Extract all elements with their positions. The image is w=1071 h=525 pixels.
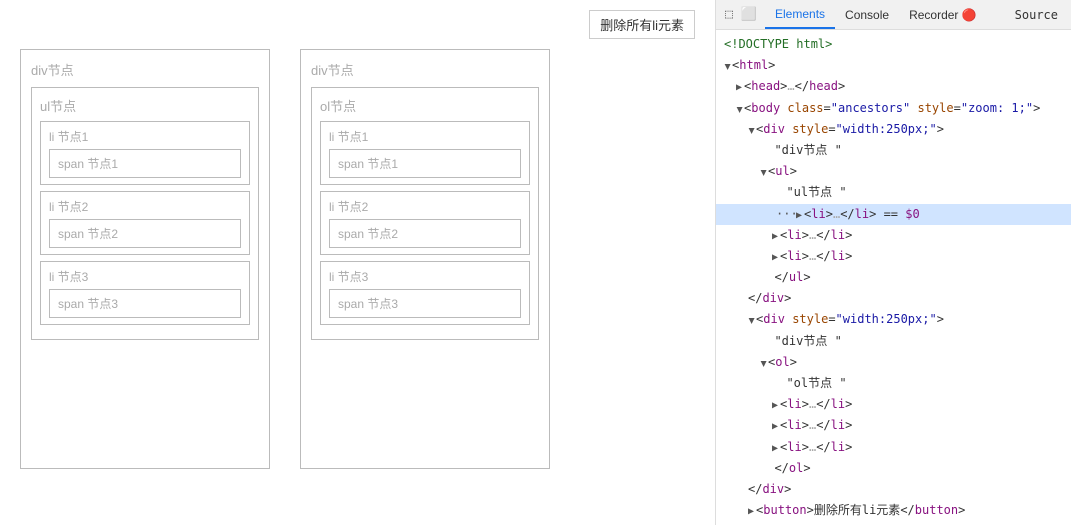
demo-li-2: li 节点2 span 节点2 — [40, 191, 250, 255]
demo-li-1: li 节点1 span 节点1 — [40, 121, 250, 185]
expand-icon: ▶ — [743, 318, 759, 324]
demo-span2: span 节点2 — [49, 219, 241, 248]
expand-icon: ▶ — [772, 398, 778, 414]
tree-li2[interactable]: ▶<li>…</li> — [716, 225, 1071, 246]
demo-li2-label: li 节点2 — [49, 198, 241, 215]
demo-li-3: li 节点3 span 节点3 — [40, 261, 250, 325]
demo-li3-label: li 节点3 — [49, 268, 241, 285]
device-icon[interactable]: ⬜ — [741, 7, 757, 23]
demo-ol-span1: span 节点1 — [329, 149, 521, 178]
dots-icon[interactable]: ··· — [772, 205, 792, 224]
demo-ol-span3: span 节点3 — [329, 289, 521, 318]
expand-icon: ▶ — [743, 128, 759, 134]
demo-ol-li2-label: li 节点2 — [329, 198, 521, 215]
tree-div1-text: "div节点 " — [716, 140, 1071, 161]
tree-div2-close: </div> — [716, 479, 1071, 500]
tree-ul-text: "ul节点 " — [716, 182, 1071, 203]
expand-icon: ▶ — [719, 64, 735, 70]
demo-ol-li3-label: li 节点3 — [329, 268, 521, 285]
tree-html-open[interactable]: ▶<html> — [716, 55, 1071, 76]
doctype-text: <!DOCTYPE html> — [724, 37, 832, 51]
expand-icon: ▶ — [772, 229, 778, 245]
tab-elements[interactable]: Elements — [765, 0, 835, 29]
expand-icon: ▶ — [755, 361, 771, 367]
demo-ul-container: ul节点 li 节点1 span 节点1 li 节点2 span 节点2 li … — [31, 87, 259, 340]
expand-icon: ▶ — [796, 208, 802, 224]
delete-btn-container: 删除所有li元素 — [10, 10, 705, 39]
expand-icon: ▶ — [748, 504, 754, 520]
devtools-tab-bar: ⬚ ⬜ Elements Console Recorder 🔴 Source — [716, 0, 1071, 30]
expand-icon: ▶ — [731, 107, 747, 113]
tree-div2-text: "div节点 " — [716, 331, 1071, 352]
demo-content: div节点 ul节点 li 节点1 span 节点1 li 节点2 span 节… — [10, 49, 560, 469]
tree-body-close: </body> — [716, 521, 1071, 525]
devtools-panel: ⬚ ⬜ Elements Console Recorder 🔴 Source <… — [715, 0, 1071, 525]
devtools-tree: <!DOCTYPE html> ▶<html> ▶<head>…</head> … — [716, 30, 1071, 525]
demo-div1-label: div节点 — [31, 60, 259, 79]
inspect-icon[interactable]: ⬚ — [721, 7, 737, 23]
tree-div1[interactable]: ▶<div style="width:250px;"> — [716, 119, 1071, 140]
tree-div2[interactable]: ▶<div style="width:250px;"> — [716, 309, 1071, 330]
demo-ol-li-1: li 节点1 span 节点1 — [320, 121, 530, 185]
tree-ul-close: </ul> — [716, 267, 1071, 288]
expand-icon: ▶ — [772, 250, 778, 266]
expand-icon: ▶ — [736, 80, 742, 96]
tab-recorder[interactable]: Recorder 🔴 — [899, 0, 987, 29]
tree-body[interactable]: ▶<body class="ancestors" style="zoom: 1;… — [716, 98, 1071, 119]
tree-div1-close: </div> — [716, 288, 1071, 309]
demo-div2-label: div节点 — [311, 60, 539, 79]
demo-ol-li1-label: li 节点1 — [329, 128, 521, 145]
tab-source[interactable]: Source — [1007, 4, 1066, 26]
demo-ol-container: ol节点 li 节点1 span 节点1 li 节点2 span 节点2 li … — [311, 87, 539, 340]
demo-ul-label: ul节点 — [40, 96, 250, 115]
expand-icon: ▶ — [772, 419, 778, 435]
tree-button[interactable]: ▶<button>删除所有li元素</button> — [716, 500, 1071, 521]
tree-ol-li3[interactable]: ▶<li>…</li> — [716, 437, 1071, 458]
tree-ol-text: "ol节点 " — [716, 373, 1071, 394]
demo-li1-label: li 节点1 — [49, 128, 241, 145]
tree-li1-selected[interactable]: ···▶<li>…</li> == $0 — [716, 204, 1071, 225]
demo-area: 删除所有li元素 div节点 ul节点 li 节点1 span 节点1 li 节… — [0, 0, 715, 525]
tree-ol-li1[interactable]: ▶<li>…</li> — [716, 394, 1071, 415]
tree-ol-close: </ol> — [716, 458, 1071, 479]
tree-head[interactable]: ▶<head>…</head> — [716, 76, 1071, 97]
tree-ol[interactable]: ▶<ol> — [716, 352, 1071, 373]
delete-all-li-button[interactable]: 删除所有li元素 — [589, 10, 695, 39]
demo-ol-li-3: li 节点3 span 节点3 — [320, 261, 530, 325]
demo-span1: span 节点1 — [49, 149, 241, 178]
demo-ol-span2: span 节点2 — [329, 219, 521, 248]
demo-ol-li-2: li 节点2 span 节点2 — [320, 191, 530, 255]
devtools-icons: ⬚ ⬜ — [721, 7, 757, 23]
tree-ul[interactable]: ▶<ul> — [716, 161, 1071, 182]
tree-ol-li2[interactable]: ▶<li>…</li> — [716, 415, 1071, 436]
tree-doctype[interactable]: <!DOCTYPE html> — [716, 34, 1071, 55]
expand-icon: ▶ — [755, 170, 771, 176]
expand-icon: ▶ — [772, 441, 778, 457]
tree-li3[interactable]: ▶<li>…</li> — [716, 246, 1071, 267]
demo-span3: span 节点3 — [49, 289, 241, 318]
demo-div2-box: div节点 ol节点 li 节点1 span 节点1 li 节点2 span 节… — [300, 49, 550, 469]
demo-ol-label: ol节点 — [320, 96, 530, 115]
demo-div1-box: div节点 ul节点 li 节点1 span 节点1 li 节点2 span 节… — [20, 49, 270, 469]
tab-console[interactable]: Console — [835, 0, 899, 29]
